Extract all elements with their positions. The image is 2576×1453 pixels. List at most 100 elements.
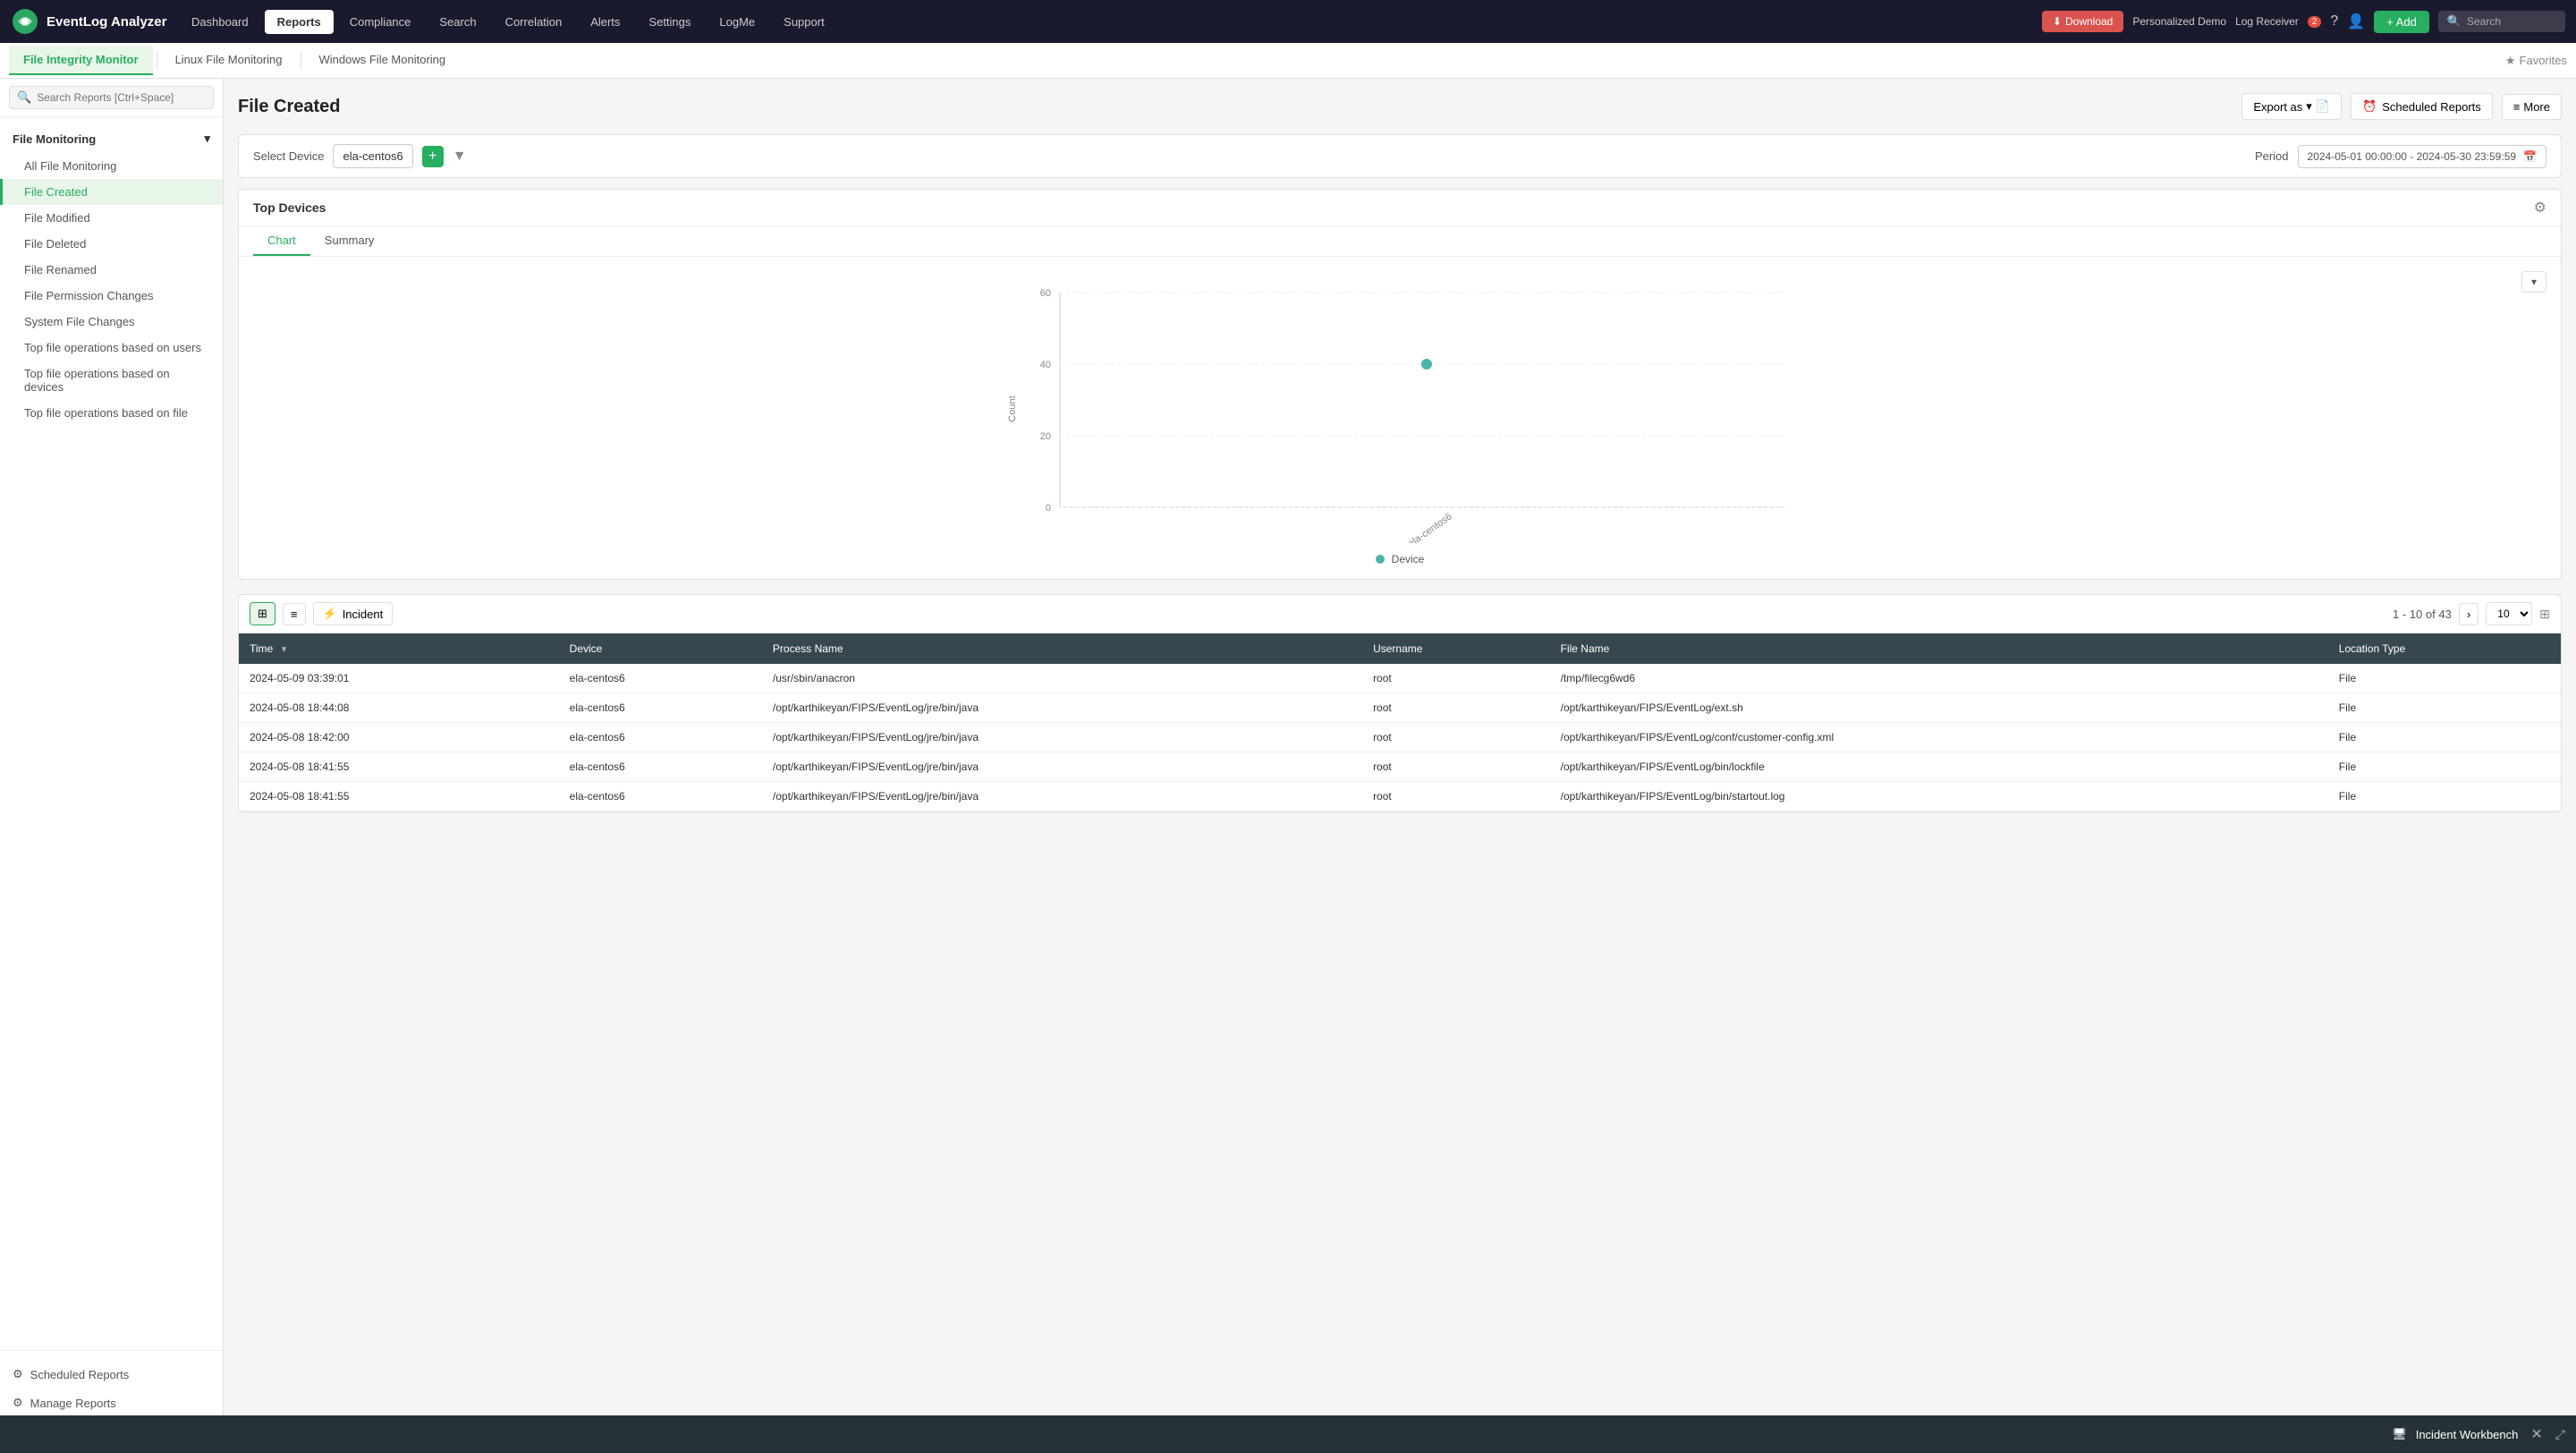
search-input-top[interactable] — [2467, 15, 2556, 28]
table-row: 2024-05-08 18:41:55 ela-centos6 /opt/kar… — [239, 752, 2561, 782]
favorites-button[interactable]: ★ Favorites — [2505, 54, 2567, 68]
manage-icon: ⚙ — [13, 1396, 23, 1410]
nav-support[interactable]: Support — [771, 10, 837, 34]
table-grid-view-button[interactable]: ⊞ — [250, 602, 275, 625]
col-device[interactable]: Device — [559, 633, 762, 664]
sidebar-item-top-users[interactable]: Top file operations based on users — [0, 335, 223, 361]
incident-workbench-bar: 🖥 Incident Workbench ✕ ⤢ — [0, 1415, 2576, 1453]
table-row: 2024-05-08 18:44:08 ela-centos6 /opt/kar… — [239, 693, 2561, 723]
chart-gear-icon[interactable]: ⚙ — [2534, 199, 2546, 217]
incident-workbench-expand-icon[interactable]: ⤢ — [2555, 1427, 2565, 1442]
col-time[interactable]: Time ▼ — [239, 633, 559, 664]
subnav-linux[interactable]: Linux File Monitoring — [161, 46, 297, 75]
cell-username: root — [1362, 723, 1550, 752]
sidebar-item-all-monitoring[interactable]: All File Monitoring — [0, 153, 223, 179]
log-receiver-link[interactable]: Log Receiver — [2235, 15, 2299, 28]
more-button[interactable]: ≡ More — [2502, 94, 2562, 120]
cell-location: File — [2328, 664, 2561, 693]
cell-device: ela-centos6 — [559, 723, 762, 752]
help-icon[interactable]: ? — [2330, 13, 2338, 30]
nav-settings[interactable]: Settings — [636, 10, 703, 34]
sidebar-item-file-permission[interactable]: File Permission Changes — [0, 283, 223, 309]
page-title: File Created — [238, 97, 340, 117]
col-location[interactable]: Location Type — [2328, 633, 2561, 664]
cell-location: File — [2328, 723, 2561, 752]
sidebar-search-input[interactable] — [37, 91, 206, 104]
nav-alerts[interactable]: Alerts — [578, 10, 632, 34]
clock-icon-btn: ⏰ — [2362, 99, 2377, 114]
table-list-view-button[interactable]: ≡ — [283, 603, 306, 625]
table-toolbar: ⊞ ≡ ⚡ Incident 1 - 10 of 43 › 10 25 50 — [239, 595, 2561, 633]
export-chevron-icon: ▾ — [2306, 99, 2312, 114]
content-actions: Export as ▾ 📄 ⏰ Scheduled Reports ≡ More — [2241, 93, 2562, 120]
nav-reports[interactable]: Reports — [265, 10, 334, 34]
chart-card: Top Devices ⚙ Chart Summary ▾ — [238, 189, 2562, 580]
sidebar-item-file-created[interactable]: File Created — [0, 179, 223, 205]
sidebar-item-system-file[interactable]: System File Changes — [0, 309, 223, 335]
cell-device: ela-centos6 — [559, 693, 762, 723]
user-icon[interactable]: 👤 — [2347, 13, 2365, 30]
manage-reports-link[interactable]: ⚙ Manage Reports — [0, 1389, 223, 1417]
next-page-button[interactable]: › — [2459, 603, 2479, 625]
incident-button[interactable]: ⚡ Incident — [313, 602, 394, 625]
sidebar-item-top-file[interactable]: Top file operations based on file — [0, 400, 223, 426]
notification-badge[interactable]: 2 — [2308, 16, 2322, 28]
cell-time: 2024-05-08 18:41:55 — [239, 752, 559, 782]
chart-svg: 60 40 20 0 Count ela-centos6 — [253, 275, 2546, 543]
table-card: ⊞ ≡ ⚡ Incident 1 - 10 of 43 › 10 25 50 — [238, 594, 2562, 812]
columns-icon[interactable]: ⊞ — [2539, 607, 2550, 622]
main-layout: 🔍 File Monitoring ▾ All File Monitoring … — [0, 79, 2576, 1453]
chart-dropdown[interactable]: ▾ — [2521, 271, 2546, 293]
incident-workbench-close-button[interactable]: ✕ — [2527, 1422, 2546, 1447]
pagination-info: 1 - 10 of 43 — [2393, 608, 2452, 621]
chart-tab-chart[interactable]: Chart — [253, 226, 310, 256]
subnav-right: ★ Favorites — [2505, 54, 2567, 68]
cell-time: 2024-05-08 18:42:00 — [239, 723, 559, 752]
nav-search[interactable]: Search — [427, 10, 488, 34]
table-row: 2024-05-09 03:39:01 ela-centos6 /usr/sbi… — [239, 664, 2561, 693]
sidebar: 🔍 File Monitoring ▾ All File Monitoring … — [0, 79, 224, 1453]
subnav-windows[interactable]: Windows File Monitoring — [305, 46, 461, 75]
cell-device: ela-centos6 — [559, 752, 762, 782]
export-button[interactable]: Export as ▾ 📄 — [2241, 93, 2342, 120]
cell-filename: /opt/karthikeyan/FIPS/EventLog/conf/cust… — [1550, 723, 2328, 752]
per-page-select[interactable]: 10 25 50 — [2486, 602, 2532, 625]
period-input[interactable]: 2024-05-01 00:00:00 - 2024-05-30 23:59:5… — [2298, 145, 2546, 168]
cell-username: root — [1362, 693, 1550, 723]
nav-compliance[interactable]: Compliance — [337, 10, 424, 34]
nav-dashboard[interactable]: Dashboard — [179, 10, 261, 34]
sidebar-item-top-devices[interactable]: Top file operations based on devices — [0, 361, 223, 400]
legend-dot — [1376, 555, 1385, 564]
device-select[interactable]: ela-centos6 — [333, 144, 412, 168]
chart-tab-summary[interactable]: Summary — [310, 226, 389, 256]
nav-logme[interactable]: LogMe — [707, 10, 767, 34]
col-username[interactable]: Username — [1362, 633, 1550, 664]
sidebar-item-file-renamed[interactable]: File Renamed — [0, 257, 223, 283]
cell-username: root — [1362, 752, 1550, 782]
sidebar-search-inner: 🔍 — [9, 86, 214, 109]
chart-tabs: Chart Summary — [239, 226, 2561, 257]
add-button[interactable]: + Add — [2374, 11, 2429, 33]
scheduled-reports-link[interactable]: ⚙ Scheduled Reports — [0, 1360, 223, 1389]
col-process[interactable]: Process Name — [762, 633, 1362, 664]
select-device-label: Select Device — [253, 149, 324, 163]
filter-funnel-icon[interactable]: ▼ — [453, 149, 467, 165]
cell-filename: /tmp/filecg6wd6 — [1550, 664, 2328, 693]
col-filename[interactable]: File Name — [1550, 633, 2328, 664]
download-button[interactable]: ⬇ Download — [2042, 11, 2123, 32]
svg-text:ela-centos6: ela-centos6 — [1406, 512, 1453, 543]
scheduled-reports-button[interactable]: ⏰ Scheduled Reports — [2351, 93, 2493, 120]
chart-area: ▾ 60 40 20 0 Count — [239, 257, 2561, 579]
device-add-button[interactable]: + — [422, 146, 444, 167]
sidebar-section-header[interactable]: File Monitoring ▾ — [0, 124, 223, 153]
sidebar-item-file-deleted[interactable]: File Deleted — [0, 231, 223, 257]
cell-location: File — [2328, 782, 2561, 811]
search-box-top[interactable]: 🔍 — [2438, 11, 2565, 32]
sort-icon-time: ▼ — [280, 645, 289, 655]
personalized-demo-link[interactable]: Personalized Demo — [2132, 15, 2226, 28]
nav-correlation[interactable]: Correlation — [493, 10, 575, 34]
cell-filename: /opt/karthikeyan/FIPS/EventLog/ext.sh — [1550, 693, 2328, 723]
sidebar-item-file-modified[interactable]: File Modified — [0, 205, 223, 231]
subnav-fim[interactable]: File Integrity Monitor — [9, 46, 153, 75]
chart-section-title: Top Devices — [253, 200, 326, 215]
